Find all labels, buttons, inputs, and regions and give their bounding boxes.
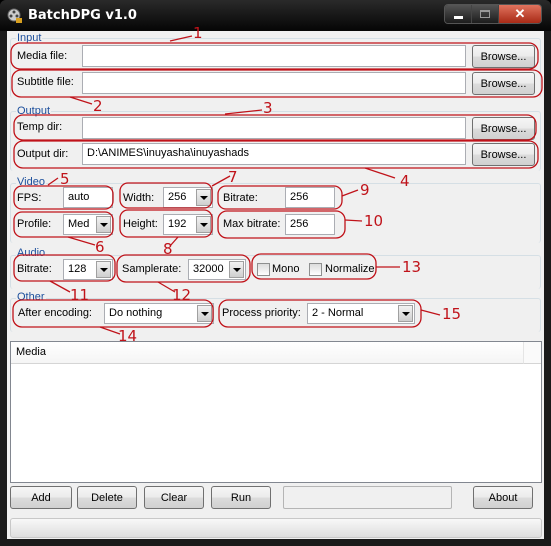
samplerate-value: 32000 xyxy=(193,263,224,275)
annotation-number-4: 4 xyxy=(400,172,410,190)
normalize-label[interactable]: Normalize xyxy=(325,263,375,275)
height-value: 192 xyxy=(168,218,187,230)
annotation-number-5: 5 xyxy=(60,170,70,188)
about-button[interactable]: About xyxy=(473,486,533,509)
annotation-number-8: 8 xyxy=(163,240,173,258)
chevron-down-icon[interactable] xyxy=(197,305,212,322)
subtitle-file-input[interactable] xyxy=(82,72,466,94)
annotation-number-15: 15 xyxy=(442,305,462,323)
width-label: Width: xyxy=(123,192,155,204)
temp-dir-browse-button[interactable]: Browse... xyxy=(472,117,535,140)
temp-dir-input[interactable] xyxy=(82,117,466,139)
add-button[interactable]: Add xyxy=(10,486,72,509)
after-encoding-value: Do nothing xyxy=(109,307,163,319)
width-value: 256 xyxy=(168,191,187,203)
output-dir-input[interactable]: D:\ANIMES\inuyasha\inuyashads xyxy=(82,143,466,165)
annotation-number-1: 1 xyxy=(193,24,203,42)
max-bitrate-label: Max bitrate: xyxy=(223,218,281,230)
samplerate-select[interactable]: 32000 xyxy=(188,259,246,280)
minimize-button[interactable] xyxy=(445,5,472,23)
profile-value: Med xyxy=(68,218,90,230)
input-group-label: Input xyxy=(16,32,43,44)
audio-bitrate-label: Bitrate: xyxy=(17,263,52,275)
output-dir-browse-button[interactable]: Browse... xyxy=(472,143,535,166)
annotation-number-2: 2 xyxy=(93,97,103,115)
annotation-number-13: 13 xyxy=(402,258,422,276)
chevron-down-icon[interactable] xyxy=(96,216,111,233)
mono-checkbox[interactable] xyxy=(257,263,270,276)
subtitle-file-label: Subtitle file: xyxy=(17,76,74,88)
app-window: BatchDPG v1.0 ✕ Input Media file: Browse… xyxy=(0,0,551,546)
chevron-down-icon[interactable] xyxy=(398,305,413,322)
clear-button[interactable]: Clear xyxy=(144,486,204,509)
media-list[interactable]: Media xyxy=(10,341,542,483)
minimize-icon xyxy=(453,15,463,19)
window-title: BatchDPG v1.0 xyxy=(28,8,137,23)
audio-bitrate-select[interactable]: 128 xyxy=(63,259,113,280)
temp-dir-label: Temp dir: xyxy=(17,121,63,133)
output-group-label: Output xyxy=(16,105,52,117)
media-file-browse-button[interactable]: Browse... xyxy=(472,45,535,68)
video-group-label: Video xyxy=(16,176,46,188)
fps-label: FPS: xyxy=(17,192,42,204)
close-button[interactable]: ✕ xyxy=(499,5,541,23)
process-priority-select[interactable]: 2 - Normal xyxy=(307,303,415,324)
chevron-down-icon[interactable] xyxy=(196,216,211,233)
normalize-checkbox[interactable] xyxy=(309,263,322,276)
annotation-number-6: 6 xyxy=(95,238,105,256)
run-button[interactable]: Run xyxy=(211,486,271,509)
annotation-number-14: 14 xyxy=(118,327,138,345)
height-select[interactable]: 192 xyxy=(163,214,213,235)
width-select[interactable]: 256 xyxy=(163,187,213,208)
video-bitrate-label: Bitrate: xyxy=(223,192,258,204)
annotation-number-7: 7 xyxy=(228,168,238,186)
after-encoding-label: After encoding: xyxy=(18,307,92,319)
list-header-filler xyxy=(523,342,541,364)
audio-group-label: Audio xyxy=(16,247,47,259)
max-bitrate-input[interactable]: 256 xyxy=(285,214,335,235)
chevron-down-icon[interactable] xyxy=(196,189,211,206)
annotation-number-10: 10 xyxy=(364,212,384,230)
annotation-number-12: 12 xyxy=(172,286,192,304)
output-dir-label: Output dir: xyxy=(17,148,69,160)
window-controls: ✕ xyxy=(444,4,542,24)
title-bar[interactable]: BatchDPG v1.0 ✕ xyxy=(0,0,551,31)
close-icon: ✕ xyxy=(514,6,526,21)
maximize-button[interactable] xyxy=(472,5,499,23)
height-label: Height: xyxy=(123,218,158,230)
client-area: Input Media file: Browse... Subtitle fil… xyxy=(7,31,544,539)
media-file-label: Media file: xyxy=(17,50,68,62)
audio-bitrate-value: 128 xyxy=(68,263,87,275)
annotation-number-9: 9 xyxy=(360,181,370,199)
other-group-label: Other xyxy=(16,291,46,303)
maximize-icon xyxy=(480,10,490,18)
media-column-header[interactable]: Media xyxy=(11,342,523,364)
process-priority-value: 2 - Normal xyxy=(312,307,364,319)
mono-label[interactable]: Mono xyxy=(272,263,300,275)
film-reel-icon xyxy=(7,8,22,23)
delete-button[interactable]: Delete xyxy=(77,486,137,509)
annotation-number-11: 11 xyxy=(70,286,90,304)
fps-input[interactable]: auto xyxy=(63,187,113,208)
subtitle-file-browse-button[interactable]: Browse... xyxy=(472,72,535,95)
after-encoding-select[interactable]: Do nothing xyxy=(104,303,214,324)
samplerate-label: Samplerate: xyxy=(122,263,182,275)
video-bitrate-input[interactable]: 256 xyxy=(285,187,335,208)
chevron-down-icon[interactable] xyxy=(96,261,111,278)
status-bar xyxy=(10,518,542,538)
progress-bar xyxy=(283,486,452,509)
chevron-down-icon[interactable] xyxy=(229,261,244,278)
profile-select[interactable]: Med xyxy=(63,214,113,235)
process-priority-label: Process priority: xyxy=(222,307,301,319)
media-file-input[interactable] xyxy=(82,45,466,67)
annotation-number-3: 3 xyxy=(263,99,273,117)
profile-label: Profile: xyxy=(17,218,52,230)
